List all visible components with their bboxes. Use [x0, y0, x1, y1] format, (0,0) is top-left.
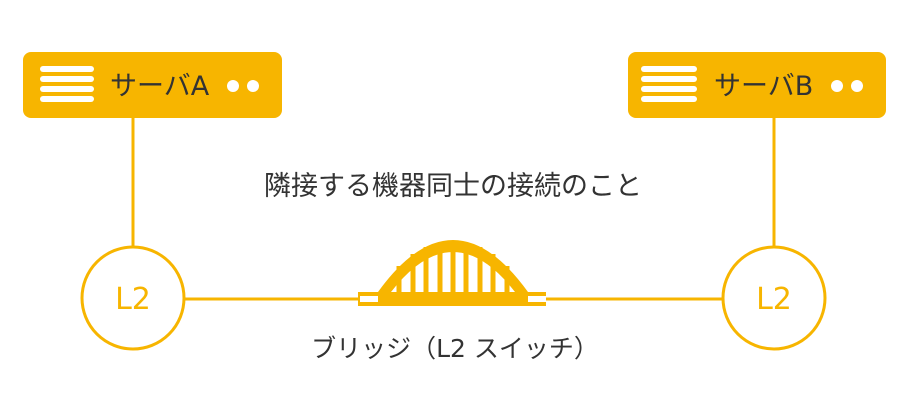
diagram-caption: 隣接する機器同士の接続のこと	[264, 171, 642, 202]
status-dot-icon	[227, 80, 239, 92]
status-dot-icon	[851, 80, 863, 92]
server-a: サーバA	[23, 52, 282, 118]
l2-node-right-label: L2	[756, 282, 792, 317]
l2-node-left-label: L2	[115, 282, 151, 317]
l2-node-right: L2	[721, 245, 827, 351]
server-b-label: サーバB	[714, 71, 813, 102]
status-dot-icon	[247, 80, 259, 92]
bridge-label: ブリッジ（L2 スイッチ）	[311, 334, 599, 363]
status-dot-icon	[831, 80, 843, 92]
network-diagram: サーバA サーバB 隣接する機器同士の接続のこと L2 L2 ブリッジ（L2 ス…	[23, 52, 886, 363]
l2-node-left: L2	[80, 245, 186, 351]
bridge-icon	[358, 240, 546, 306]
server-b: サーバB	[628, 52, 886, 118]
server-a-label: サーバA	[110, 71, 210, 102]
